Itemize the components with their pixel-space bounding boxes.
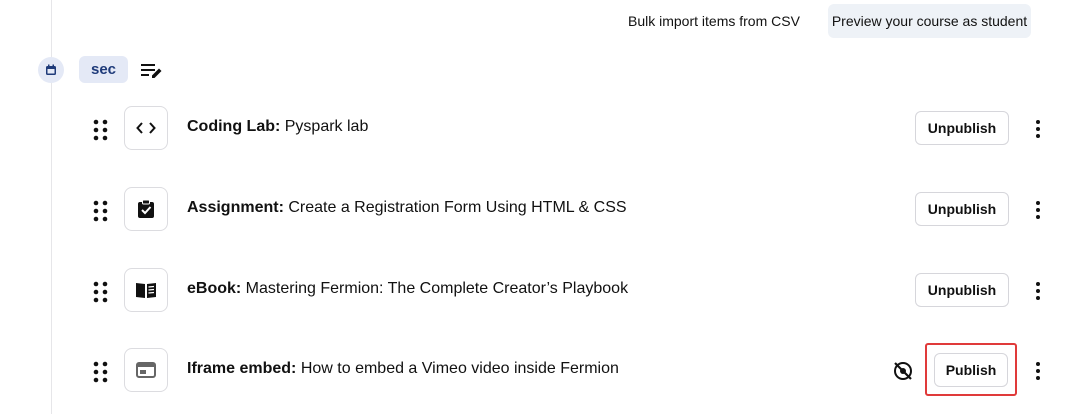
- item-name: Mastering Fermion: The Complete Creator’…: [241, 280, 629, 297]
- edit-list-icon[interactable]: [139, 58, 165, 84]
- list-item: eBook: Mastering Fermion: The Complete C…: [0, 268, 1091, 316]
- list-item: Assignment: Create a Registration Form U…: [0, 187, 1091, 235]
- item-name: Create a Registration Form Using HTML & …: [283, 199, 627, 216]
- section-name-chip[interactable]: sec: [79, 56, 128, 83]
- item-type-label: Iframe embed:: [187, 360, 297, 377]
- more-options-icon[interactable]: [1030, 118, 1046, 140]
- eye-off-icon: [894, 362, 912, 380]
- clipboard-check-icon: [124, 187, 168, 231]
- unpublish-button[interactable]: Unpublish: [915, 273, 1009, 307]
- drag-handle-icon[interactable]: [92, 118, 110, 142]
- item-title[interactable]: Iframe embed: How to embed a Vimeo video…: [187, 360, 619, 378]
- preview-course-button[interactable]: Preview your course as student: [828, 4, 1031, 38]
- more-options-icon[interactable]: [1030, 360, 1046, 382]
- book-open-icon: [124, 268, 168, 312]
- more-options-icon[interactable]: [1030, 199, 1046, 221]
- item-title[interactable]: Assignment: Create a Registration Form U…: [187, 199, 627, 217]
- item-type-label: Assignment:: [187, 199, 284, 216]
- iframe-icon: [124, 348, 168, 392]
- item-type-label: eBook:: [187, 280, 242, 297]
- drag-handle-icon[interactable]: [92, 199, 110, 223]
- drag-handle-icon[interactable]: [92, 280, 110, 304]
- publish-highlight-box: [925, 343, 1017, 396]
- bulk-import-button[interactable]: Bulk import items from CSV: [614, 4, 814, 38]
- item-name: How to embed a Vimeo video inside Fermio…: [296, 360, 619, 377]
- code-icon: [124, 106, 168, 150]
- more-options-icon[interactable]: [1030, 280, 1046, 302]
- item-name: Pyspark lab: [280, 118, 369, 135]
- list-item: Coding Lab: Pyspark lab Unpublish: [0, 106, 1091, 154]
- item-type-label: Coding Lab:: [187, 118, 281, 135]
- drag-handle-icon[interactable]: [92, 360, 110, 384]
- item-title[interactable]: eBook: Mastering Fermion: The Complete C…: [187, 280, 628, 298]
- unpublish-button[interactable]: Unpublish: [915, 111, 1009, 145]
- section-calendar-icon: [38, 57, 64, 83]
- unpublish-button[interactable]: Unpublish: [915, 192, 1009, 226]
- item-title[interactable]: Coding Lab: Pyspark lab: [187, 118, 368, 136]
